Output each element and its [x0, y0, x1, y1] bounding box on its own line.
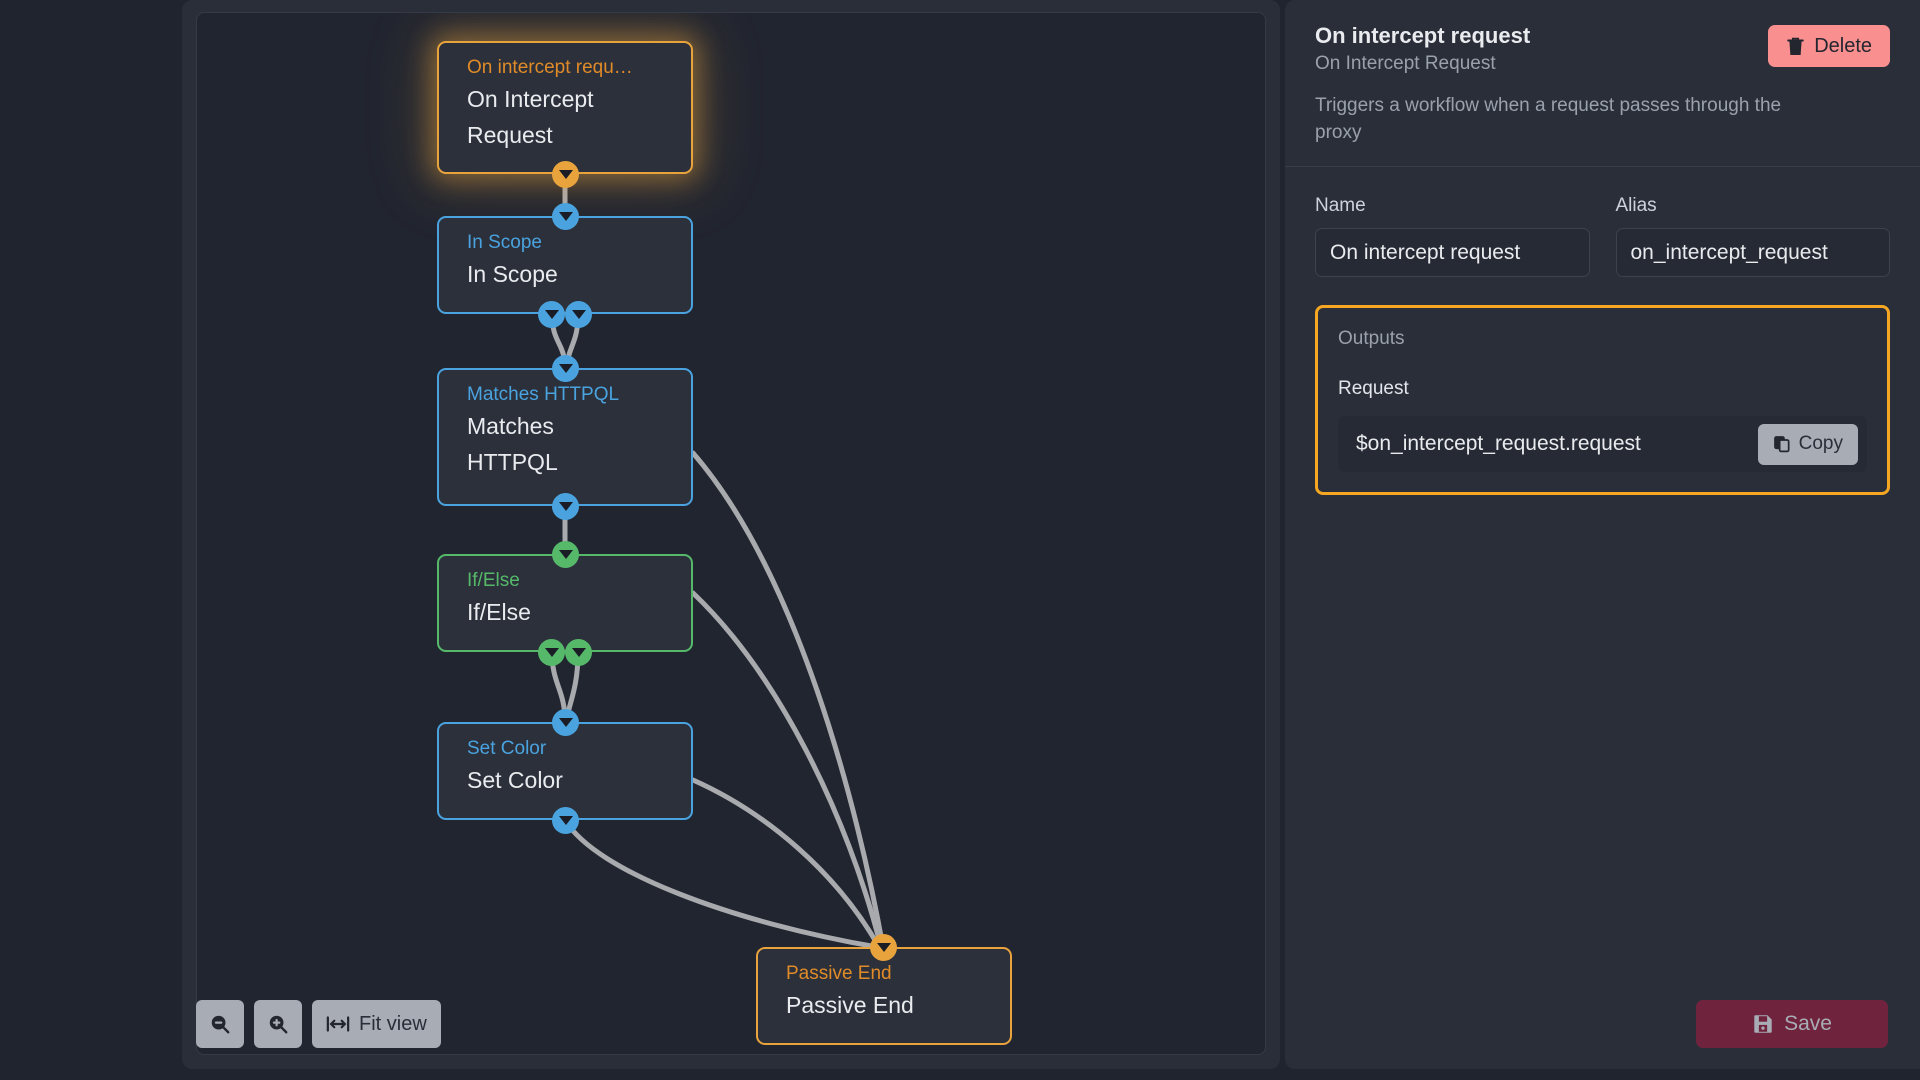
node-type-label: Set Color — [467, 738, 547, 759]
node-handle-source-in-scope-a[interactable] — [538, 301, 565, 328]
alias-input[interactable] — [1615, 228, 1890, 277]
node-type-label: In Scope — [467, 232, 542, 253]
name-input[interactable] — [1315, 228, 1590, 277]
flow-canvas[interactable]: On intercept requ… On Intercept Request … — [196, 12, 1266, 1055]
node-handle-target-matches[interactable] — [552, 355, 579, 382]
canvas-controls: Fit view — [196, 1000, 441, 1048]
node-type-label: Matches HTTPQL — [467, 384, 620, 405]
node-type-label: On intercept requ… — [467, 57, 633, 78]
flow-node-on-intercept-request[interactable]: On intercept requ… On Intercept Request — [437, 41, 693, 174]
node-handle-source-in-scope-b[interactable] — [565, 301, 592, 328]
magnifier-plus-icon — [267, 1013, 289, 1035]
node-name-line1: Set Color — [467, 767, 563, 793]
node-handle-source-matches[interactable] — [552, 493, 579, 520]
app-root: On intercept requ… On Intercept Request … — [0, 0, 1920, 1080]
node-handle-source-intercept[interactable] — [552, 161, 579, 188]
name-field-group: Name — [1315, 193, 1590, 277]
fit-view-label: Fit view — [359, 1012, 427, 1035]
node-handle-source-if-else-true[interactable] — [538, 639, 565, 666]
flow-node-passive-end[interactable]: Passive End Passive End — [756, 947, 1012, 1045]
save-button[interactable]: Save — [1696, 1000, 1888, 1048]
outputs-group-label: Request — [1338, 378, 1409, 399]
copy-label: Copy — [1798, 433, 1843, 454]
node-handle-target-if-else[interactable] — [552, 541, 579, 568]
magnifier-minus-icon — [209, 1013, 231, 1035]
inspector-body: Name Alias Outputs Request $on_intercept… — [1285, 167, 1920, 495]
delete-label: Delete — [1814, 34, 1872, 57]
edge-ifelse-to-passive — [690, 590, 884, 950]
flow-node-set-color[interactable]: Set Color Set Color — [437, 722, 693, 820]
copy-icon — [1773, 435, 1791, 453]
delete-button[interactable]: Delete — [1768, 25, 1890, 67]
node-name-line1: Matches — [467, 413, 554, 439]
flow-node-if-else[interactable]: If/Else If/Else — [437, 554, 693, 652]
flow-graph: On intercept requ… On Intercept Request … — [197, 13, 1265, 1054]
inspector-header: On intercept request On Intercept Reques… — [1285, 0, 1920, 167]
node-type-label: If/Else — [467, 570, 520, 591]
inspector-field-row: Name Alias — [1315, 193, 1890, 277]
flow-node-matches-httpql[interactable]: Matches HTTPQL Matches HTTPQL — [437, 368, 693, 506]
node-handle-target-passive-end[interactable] — [870, 934, 897, 961]
copy-button[interactable]: Copy — [1757, 423, 1858, 465]
name-field-label: Name — [1315, 195, 1366, 216]
output-value: $on_intercept_request.request — [1356, 432, 1641, 455]
node-handle-target-set-color[interactable] — [552, 709, 579, 736]
zoom-out-button[interactable] — [196, 1000, 244, 1048]
floppy-disk-icon — [1752, 1013, 1774, 1035]
flow-edges — [549, 171, 886, 950]
alias-field-label: Alias — [1615, 195, 1657, 216]
outputs-title: Outputs — [1338, 328, 1405, 349]
node-name-line2: Request — [467, 122, 553, 148]
node-name-line2: HTTPQL — [467, 449, 558, 475]
trash-icon — [1786, 36, 1805, 56]
inspector-description: Triggers a workflow when a request passe… — [1315, 95, 1782, 143]
node-name-line1: Passive End — [786, 992, 914, 1018]
node-name-line1: In Scope — [467, 261, 558, 287]
zoom-in-button[interactable] — [254, 1000, 302, 1048]
output-row: $on_intercept_request.request Copy — [1338, 416, 1867, 472]
save-label: Save — [1784, 1012, 1832, 1035]
node-name-line1: If/Else — [467, 599, 531, 625]
flow-node-in-scope[interactable]: In Scope In Scope — [437, 216, 693, 314]
node-type-label: Passive End — [786, 963, 892, 984]
edge-matches-to-passive — [690, 450, 886, 950]
alias-field-group: Alias — [1615, 193, 1890, 277]
node-handle-source-set-color[interactable] — [552, 807, 579, 834]
outputs-section: Outputs Request $on_intercept_request.re… — [1315, 305, 1890, 495]
fit-width-icon — [326, 1014, 350, 1034]
node-handle-target-in-scope[interactable] — [552, 203, 579, 230]
inspector-panel: On intercept request On Intercept Reques… — [1285, 0, 1920, 1069]
fit-view-button[interactable]: Fit view — [312, 1000, 441, 1048]
node-handle-source-if-else-false[interactable] — [565, 639, 592, 666]
node-name-line1: On Intercept — [467, 86, 594, 112]
